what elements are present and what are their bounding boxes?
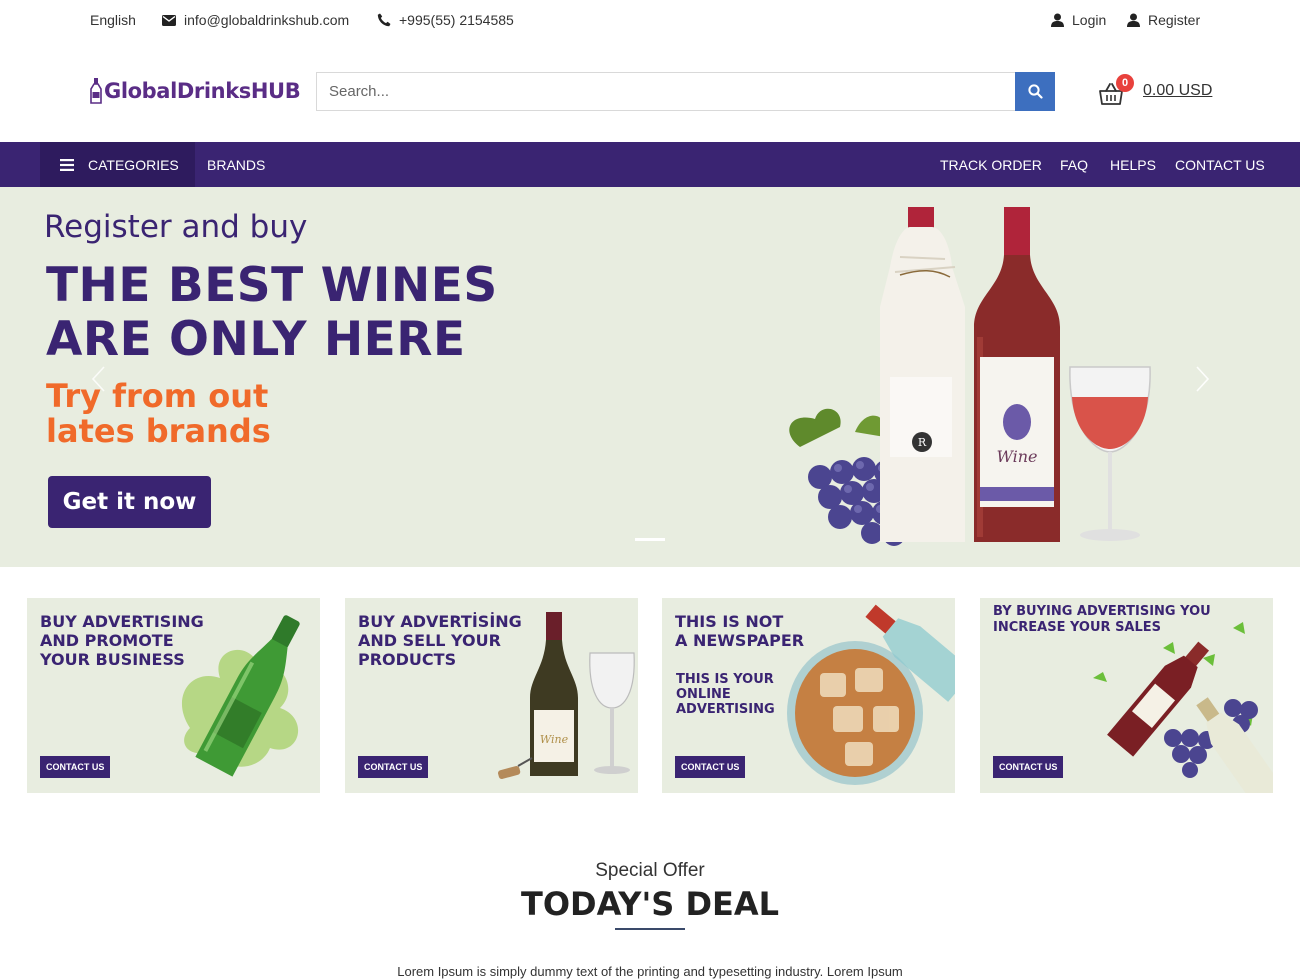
top-bar: English info@globaldrinkshub.com +995(55… bbox=[0, 0, 1300, 42]
deal-title: TODAY'S DEAL bbox=[520, 885, 780, 923]
categories-label: CATEGORIES bbox=[88, 156, 179, 173]
register-label: Register bbox=[1148, 12, 1201, 28]
cart-total-link[interactable]: 0.00 USD bbox=[1143, 82, 1212, 100]
wine-bottles-grapes-image bbox=[1093, 622, 1273, 793]
svg-text:Wine: Wine bbox=[996, 447, 1037, 466]
promo-sub-line: ADVERTISING bbox=[676, 702, 775, 717]
hero-title-line: THE BEST WINES bbox=[46, 258, 498, 313]
promo-banner[interactable]: BUY ADVERTİSİNG AND SELL YOUR PRODUCTS W… bbox=[345, 598, 638, 793]
hero-title-line: ARE ONLY HERE bbox=[46, 312, 466, 367]
search-input[interactable] bbox=[316, 72, 1015, 111]
hero-accent-line: Try from out bbox=[46, 377, 269, 415]
site-logo[interactable]: GlobalDrinksHUB bbox=[90, 78, 301, 104]
contact-us-button[interactable]: CONTACT US bbox=[993, 756, 1064, 778]
chevron-left-icon[interactable] bbox=[90, 365, 106, 393]
hero-subtitle: Register and buy bbox=[44, 209, 308, 245]
cart-count-badge: 0 bbox=[1116, 74, 1134, 92]
promo-banner[interactable]: BUY ADVERTISING AND PROMOTE YOUR BUSINES… bbox=[27, 598, 320, 793]
promo-subtitle: THIS IS YOUR ONLINE ADVERTISING bbox=[676, 672, 775, 717]
cart-button[interactable]: 0 bbox=[1098, 74, 1134, 108]
search-bar bbox=[316, 72, 1055, 111]
search-button[interactable] bbox=[1015, 72, 1055, 111]
email-text: info@globaldrinkshub.com bbox=[184, 12, 350, 28]
language-label: English bbox=[90, 12, 136, 28]
title-divider bbox=[615, 928, 685, 930]
phone-link[interactable]: +995(55) 2154585 bbox=[377, 12, 514, 28]
deal-kicker: Special Offer bbox=[595, 860, 705, 881]
hero-title: THE BEST WINES ARE ONLY HERE bbox=[46, 259, 498, 367]
hamburger-icon bbox=[60, 158, 74, 171]
promo-sub-line: THIS IS YOUR bbox=[676, 672, 774, 687]
nav-track-order[interactable]: TRACK ORDER bbox=[940, 157, 1042, 173]
promo-sub-line: ONLINE bbox=[676, 687, 731, 702]
whiskey-glass-image bbox=[787, 604, 955, 785]
register-link[interactable]: Register bbox=[1127, 12, 1200, 28]
nav-contact-us[interactable]: CONTACT US bbox=[1175, 157, 1265, 173]
user-icon bbox=[1051, 13, 1064, 27]
hero-accent: Try from out lates brands bbox=[46, 379, 271, 449]
hero-slider: Register and buy THE BEST WINES ARE ONLY… bbox=[0, 187, 1300, 567]
phone-icon bbox=[377, 13, 391, 27]
promo-banner[interactable]: BY BUYING ADVERTISING YOU INCREASE YOUR … bbox=[980, 598, 1273, 793]
nav-brands[interactable]: BRANDS bbox=[207, 157, 265, 173]
promo-banner[interactable]: THIS IS NOT A NEWSPAPER THIS IS YOUR ONL… bbox=[662, 598, 955, 793]
white-wrapped-bottle: R bbox=[880, 207, 965, 542]
chevron-right-icon[interactable] bbox=[1195, 365, 1211, 393]
wine-bottle-glass-image: Wine bbox=[498, 612, 635, 780]
email-link[interactable]: info@globaldrinkshub.com bbox=[162, 12, 349, 28]
categories-menu-button[interactable]: CATEGORIES bbox=[40, 142, 195, 187]
svg-text:Wine: Wine bbox=[540, 733, 569, 746]
deal-description: Lorem Ipsum is simply dummy text of the … bbox=[397, 964, 903, 979]
red-wine-bottle: Wine bbox=[974, 207, 1060, 542]
phone-text: +995(55) 2154585 bbox=[399, 12, 514, 28]
slider-indicator[interactable] bbox=[635, 538, 665, 541]
svg-text:R: R bbox=[918, 436, 927, 449]
envelope-icon bbox=[162, 14, 176, 26]
contact-us-button[interactable]: CONTACT US bbox=[40, 756, 111, 778]
get-it-now-button[interactable]: Get it now bbox=[48, 476, 211, 528]
main-nav: CATEGORIES BRANDS TRACK ORDER FAQ HELPS … bbox=[0, 142, 1300, 187]
login-label: Login bbox=[1072, 12, 1107, 28]
beer-bottle-splash-image bbox=[181, 615, 300, 777]
search-icon bbox=[1027, 84, 1043, 99]
hero-accent-line: lates brands bbox=[46, 412, 271, 450]
login-link[interactable]: Login bbox=[1051, 12, 1106, 28]
nav-helps[interactable]: HELPS bbox=[1110, 157, 1156, 173]
user-icon bbox=[1127, 13, 1140, 27]
contact-us-button[interactable]: CONTACT US bbox=[358, 756, 429, 778]
language-selector[interactable]: English bbox=[90, 12, 136, 28]
logo-text: GlobalDrinksHUB bbox=[104, 79, 301, 103]
contact-us-button[interactable]: CONTACT US bbox=[675, 756, 746, 778]
wine-glass bbox=[1069, 366, 1151, 541]
bottle-logo-icon bbox=[90, 78, 102, 104]
nav-faq[interactable]: FAQ bbox=[1060, 157, 1088, 173]
wine-bottles-image: R Wine bbox=[789, 207, 1151, 546]
